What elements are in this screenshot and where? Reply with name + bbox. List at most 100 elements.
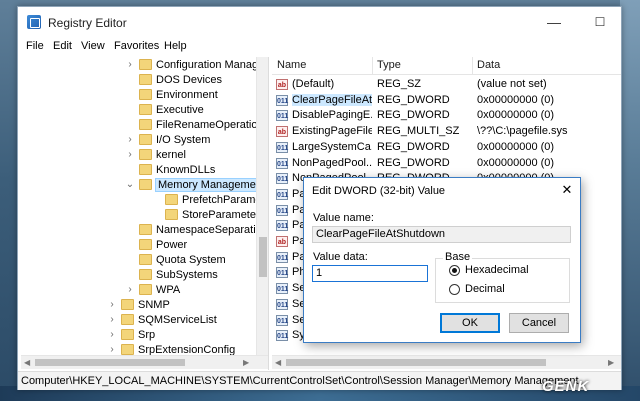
tree-node-label[interactable]: NamespaceSeparation bbox=[156, 224, 268, 236]
radio-unchecked-icon[interactable] bbox=[449, 284, 460, 295]
tree-node[interactable]: › Configuration Manage bbox=[21, 58, 268, 73]
tree-node-label[interactable]: Memory Management bbox=[155, 178, 268, 192]
tree-node[interactable]: NamespaceSeparation bbox=[21, 223, 268, 238]
tree-node[interactable]: FileRenameOperations bbox=[21, 118, 268, 133]
title-bar[interactable]: Registry Editor — ☐ ✕ bbox=[18, 7, 621, 38]
tree-node[interactable]: KnownDLLs bbox=[21, 163, 268, 178]
value-row[interactable]: 011 NonPagedPool... REG_DWORD 0x00000000 (0… bbox=[272, 156, 621, 172]
scroll-left-icon[interactable]: ◀ bbox=[275, 358, 281, 367]
value-type: REG_DWORD bbox=[377, 140, 450, 153]
hexadecimal-label[interactable]: Hexadecimal bbox=[465, 264, 529, 276]
decimal-label[interactable]: Decimal bbox=[465, 283, 505, 295]
tree-node[interactable]: Quota System bbox=[21, 253, 268, 268]
expand-down-icon[interactable]: ⌄ bbox=[125, 179, 135, 190]
value-name-field[interactable]: ClearPageFileAtShutdown bbox=[312, 226, 571, 243]
tree-vertical-scrollbar[interactable] bbox=[256, 57, 268, 355]
binary-value-icon: 011 bbox=[276, 204, 288, 216]
column-separator bbox=[372, 57, 373, 75]
value-data-input[interactable]: 1 bbox=[312, 265, 428, 282]
tree-node-label[interactable]: Environment bbox=[156, 89, 218, 101]
folder-icon bbox=[139, 239, 152, 250]
scroll-right-icon[interactable]: ▶ bbox=[243, 358, 249, 367]
menu-favorites[interactable]: Favorites bbox=[114, 40, 159, 52]
menu-edit[interactable]: Edit bbox=[53, 40, 72, 52]
tree-node[interactable]: › I/O System bbox=[21, 133, 268, 148]
maximize-button[interactable]: ☐ bbox=[577, 7, 623, 37]
tree-node-label[interactable]: Srp bbox=[138, 329, 155, 341]
expand-right-icon[interactable]: › bbox=[125, 134, 135, 145]
tree-vertical-scroll-thumb[interactable] bbox=[259, 237, 267, 277]
expand-right-icon[interactable]: › bbox=[125, 284, 135, 295]
tree-node[interactable]: StoreParameters bbox=[21, 208, 268, 223]
value-row[interactable]: 011 LargeSystemCa... REG_DWORD 0x00000000 (… bbox=[272, 140, 621, 156]
tree-node-label[interactable]: KnownDLLs bbox=[156, 164, 215, 176]
scroll-left-icon[interactable]: ◀ bbox=[24, 358, 30, 367]
scroll-right-icon[interactable]: ▶ bbox=[608, 358, 614, 367]
value-type: REG_DWORD bbox=[377, 156, 450, 169]
tree-node[interactable]: › WPA bbox=[21, 283, 268, 298]
list-horizontal-scrollbar[interactable]: ◀ ▶ bbox=[272, 355, 621, 369]
tree-horizontal-scrollbar[interactable]: ◀ ▶ bbox=[21, 355, 268, 369]
tree-node-label[interactable]: I/O System bbox=[156, 134, 210, 146]
folder-icon bbox=[139, 134, 152, 145]
minimize-button[interactable]: — bbox=[531, 7, 577, 37]
tree-node-label[interactable]: Configuration Manage bbox=[156, 59, 264, 71]
tree-node[interactable]: Executive bbox=[21, 103, 268, 118]
folder-icon bbox=[139, 149, 152, 160]
value-row[interactable]: ab ExistingPageFiles REG_MULTI_SZ \??\C:\pa… bbox=[272, 124, 621, 140]
tree-node-label[interactable]: SNMP bbox=[138, 299, 170, 311]
column-data[interactable]: Data bbox=[477, 59, 500, 71]
tree-node-label[interactable]: SubSystems bbox=[156, 269, 218, 281]
close-button[interactable]: ✕ bbox=[623, 7, 640, 37]
tree-horizontal-scroll-thumb[interactable] bbox=[35, 359, 185, 366]
tree-node-label[interactable]: Quota System bbox=[156, 254, 226, 266]
cancel-button[interactable]: Cancel bbox=[509, 313, 569, 333]
column-type[interactable]: Type bbox=[377, 59, 401, 71]
expand-right-icon[interactable]: › bbox=[107, 299, 117, 310]
ok-button[interactable]: OK bbox=[440, 313, 500, 333]
expand-right-icon[interactable]: › bbox=[107, 329, 117, 340]
registry-key-tree[interactable]: › Configuration Manage DOS Devices Environm… bbox=[21, 57, 269, 370]
menu-help[interactable]: Help bbox=[164, 40, 187, 52]
value-type: REG_DWORD bbox=[377, 109, 450, 122]
value-data: 0x00000000 (0) bbox=[477, 156, 555, 169]
value-row[interactable]: 011 ClearPageFileAt... REG_DWORD 0x00000000… bbox=[272, 93, 621, 109]
value-row[interactable]: ab (Default) REG_SZ (value not set) bbox=[272, 77, 621, 93]
expand-right-icon[interactable]: › bbox=[125, 149, 135, 160]
binary-value-icon: 011 bbox=[276, 251, 288, 263]
tree-node[interactable]: SubSystems bbox=[21, 268, 268, 283]
string-value-icon: ab bbox=[276, 126, 288, 138]
expand-right-icon[interactable]: › bbox=[125, 59, 135, 70]
tree-node[interactable]: Power bbox=[21, 238, 268, 253]
dialog-close-button[interactable]: ✕ bbox=[554, 178, 580, 202]
tree-node-label[interactable]: StoreParameters bbox=[182, 209, 265, 221]
radio-checked-icon[interactable] bbox=[449, 265, 460, 276]
tree-node[interactable]: DOS Devices bbox=[21, 73, 268, 88]
folder-icon bbox=[139, 104, 152, 115]
expand-right-icon[interactable]: › bbox=[107, 314, 117, 325]
tree-node[interactable]: PrefetchParameters bbox=[21, 193, 268, 208]
tree-node-label[interactable]: DOS Devices bbox=[156, 74, 222, 86]
column-name[interactable]: Name bbox=[277, 59, 306, 71]
tree-node[interactable]: ⌄ Memory Management bbox=[21, 178, 268, 193]
tree-node-label[interactable]: SQMServiceList bbox=[138, 314, 217, 326]
value-name: LargeSystemCa... bbox=[292, 140, 372, 153]
tree-node[interactable]: › SQMServiceList bbox=[21, 313, 268, 328]
binary-value-icon: 011 bbox=[276, 298, 288, 310]
tree-node[interactable]: Environment bbox=[21, 88, 268, 103]
value-type: REG_DWORD bbox=[377, 93, 450, 106]
tree-node-label[interactable]: FileRenameOperations bbox=[156, 119, 268, 131]
binary-value-icon: 011 bbox=[276, 173, 288, 185]
tree-node-label[interactable]: WPA bbox=[156, 284, 180, 296]
tree-node[interactable]: › kernel bbox=[21, 148, 268, 163]
tree-node-label[interactable]: Power bbox=[156, 239, 187, 251]
tree-node[interactable]: › SNMP bbox=[21, 298, 268, 313]
expand-right-icon[interactable]: › bbox=[107, 344, 117, 355]
value-row[interactable]: 011 DisablePagingE... REG_DWORD 0x00000000 … bbox=[272, 108, 621, 124]
tree-node-label[interactable]: kernel bbox=[156, 149, 186, 161]
tree-node[interactable]: › Srp bbox=[21, 328, 268, 343]
list-horizontal-scroll-thumb[interactable] bbox=[286, 359, 546, 366]
tree-node-label[interactable]: Executive bbox=[156, 104, 204, 116]
menu-view[interactable]: View bbox=[81, 40, 105, 52]
menu-file[interactable]: File bbox=[26, 40, 44, 52]
